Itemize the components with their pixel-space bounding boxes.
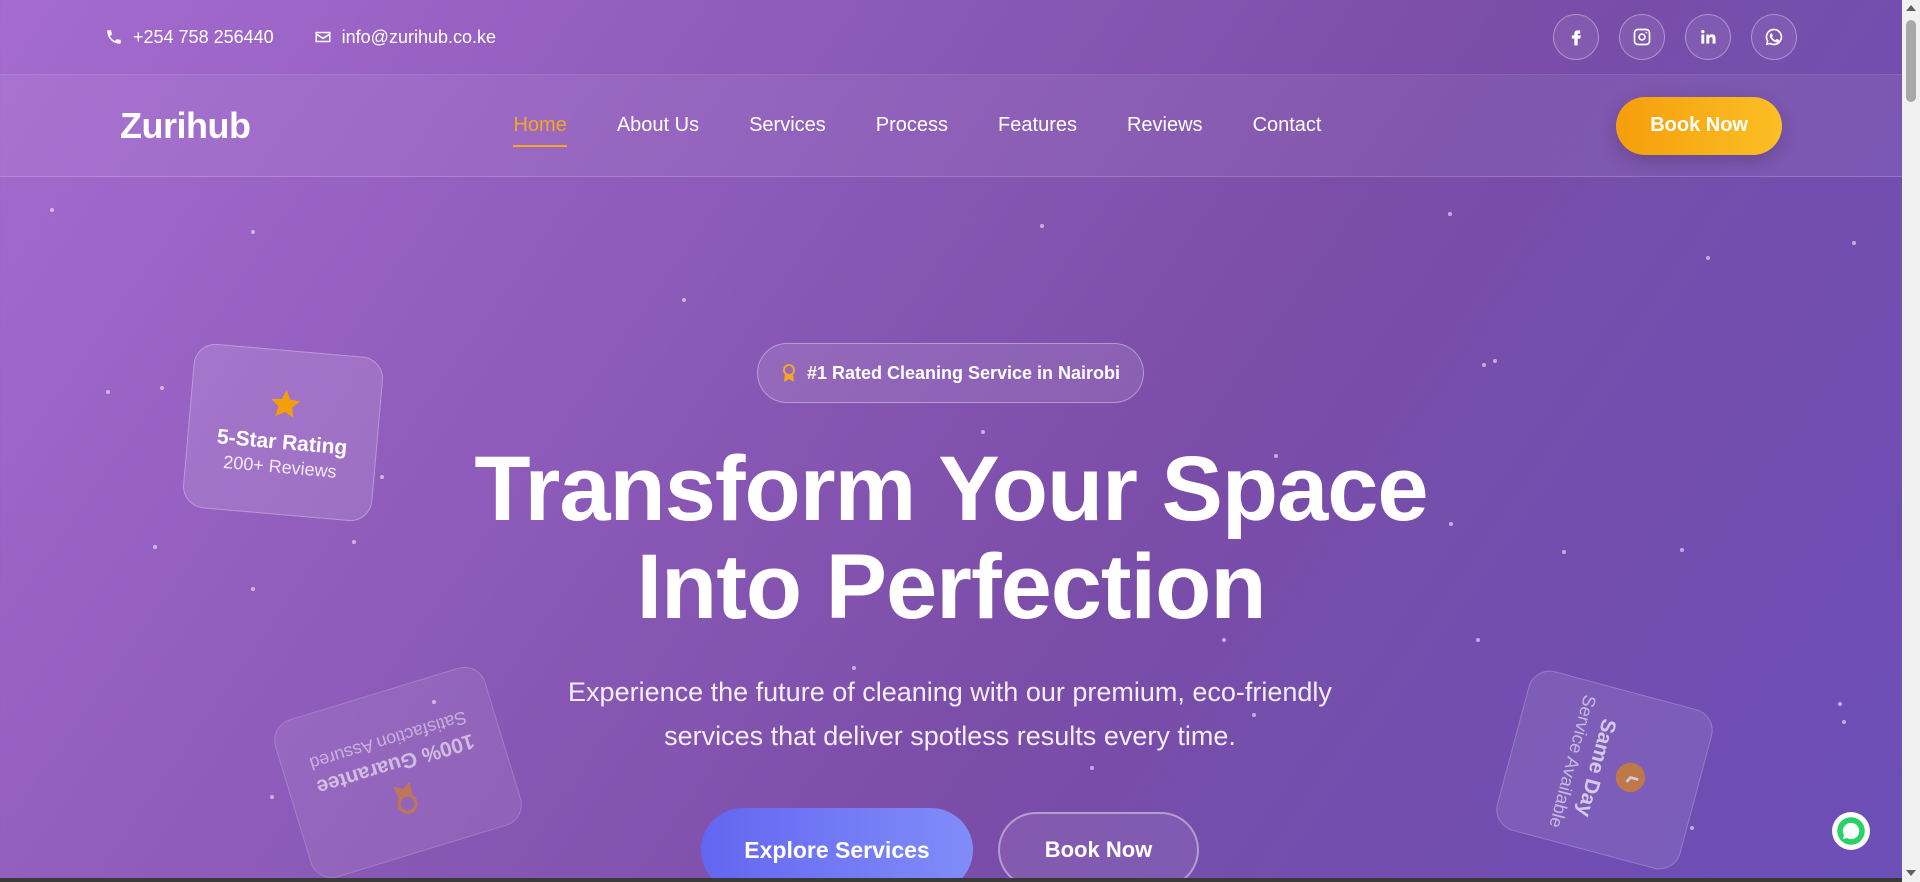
hero-subtext: Experience the future of cleaning with o…	[568, 677, 1332, 751]
nav-link-contact[interactable]: Contact	[1253, 104, 1322, 147]
facebook-icon[interactable]	[1553, 14, 1599, 60]
nav-book-now-button[interactable]: Book Now	[1616, 96, 1782, 155]
clock-icon	[1616, 762, 1646, 792]
star-icon	[271, 389, 301, 418]
nav-link-home[interactable]: Home	[513, 104, 568, 147]
hero-headline-line1: Transform Your Space	[474, 438, 1428, 540]
hero-badge: #1 Rated Cleaning Service in Nairobi	[757, 343, 1144, 403]
phone-contact[interactable]: +254 758 256440	[105, 27, 274, 48]
nav-links: Home About Us Services Process Features …	[513, 104, 1322, 147]
linkedin-icon[interactable]	[1685, 14, 1731, 60]
site-logo[interactable]: Zurihub	[120, 105, 251, 147]
hero-book-now-button[interactable]: Book Now	[998, 812, 1199, 882]
nav-link-features[interactable]: Features	[998, 104, 1077, 147]
page-scrollbar[interactable]	[1902, 0, 1920, 882]
hero-headline-line2: Into Perfection	[636, 536, 1266, 638]
phone-number: +254 758 256440	[133, 26, 274, 47]
nav-link-process[interactable]: Process	[876, 104, 948, 147]
scroll-down-arrow[interactable]	[1906, 870, 1916, 876]
nav-link-reviews[interactable]: Reviews	[1127, 104, 1203, 147]
phone-icon	[107, 30, 121, 44]
top-contact-bar: +254 758 256440 info@zurihub.co.ke	[0, 0, 1902, 75]
bottom-strip	[0, 878, 1902, 882]
envelope-icon	[315, 31, 331, 43]
award-icon	[782, 364, 795, 382]
award-icon	[393, 781, 418, 814]
same-day-card: Same Day Service Available	[1491, 665, 1718, 875]
nav-link-services[interactable]: Services	[749, 104, 826, 147]
scroll-thumb[interactable]	[1906, 20, 1916, 102]
contact-group: +254 758 256440 info@zurihub.co.ke	[105, 27, 496, 48]
scroll-up-arrow[interactable]	[1906, 5, 1916, 11]
explore-services-button[interactable]: Explore Services	[701, 808, 973, 882]
whatsapp-icon	[1837, 817, 1865, 845]
guarantee-card: 100% Guarantee Satisfaction Assured	[268, 661, 528, 882]
hero-badge-text: #1 Rated Cleaning Service in Nairobi	[806, 362, 1121, 383]
rating-card: 5-Star Rating 200+ Reviews	[181, 342, 385, 523]
main-navbar: Zurihub Home About Us Services Process F…	[0, 75, 1902, 177]
email-address: info@zurihub.co.ke	[341, 26, 497, 47]
social-links	[1553, 14, 1797, 60]
whatsapp-float-button[interactable]	[1832, 812, 1870, 850]
instagram-icon[interactable]	[1619, 14, 1665, 60]
nav-link-about[interactable]: About Us	[617, 104, 699, 147]
email-contact[interactable]: info@zurihub.co.ke	[314, 27, 496, 48]
whatsapp-icon[interactable]	[1751, 14, 1797, 60]
